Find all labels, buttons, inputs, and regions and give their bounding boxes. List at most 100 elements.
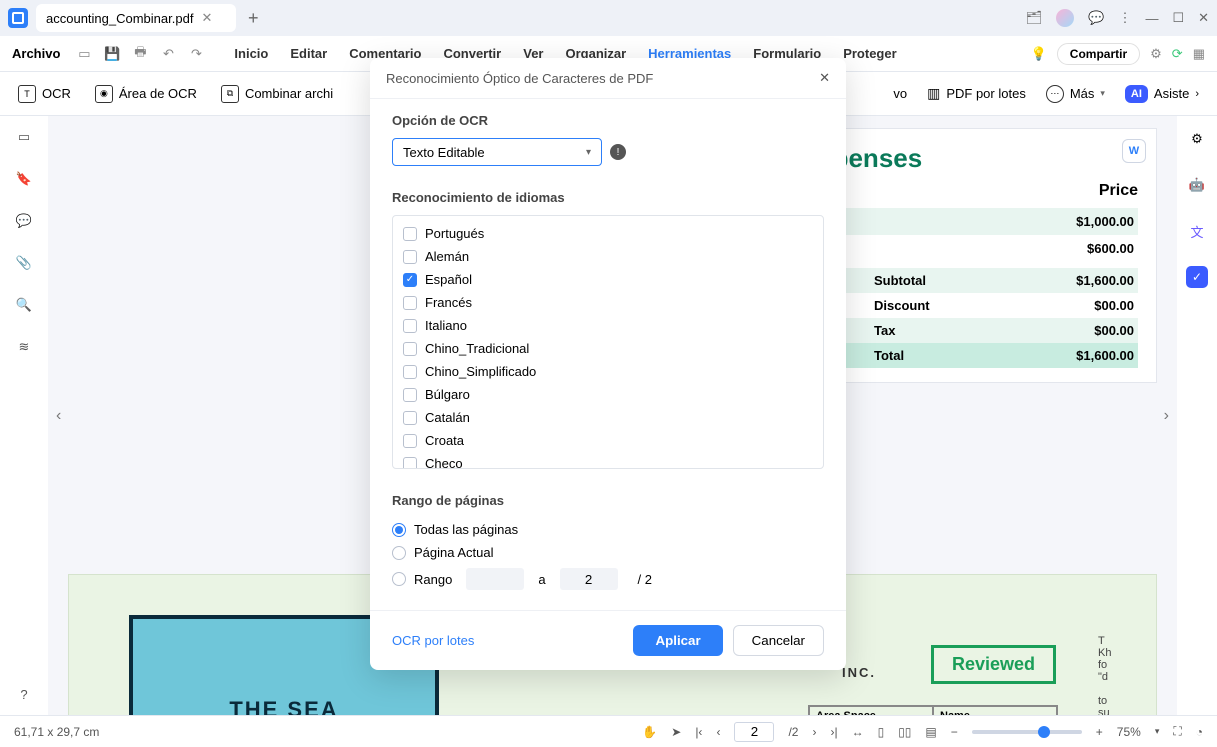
sync-icon[interactable]: ⟳ xyxy=(1172,46,1183,62)
batch-ocr-link[interactable]: OCR por lotes xyxy=(392,633,474,648)
chat-icon[interactable]: 💬 xyxy=(1088,10,1104,26)
lang-option[interactable]: Croata xyxy=(401,429,815,452)
clock-icon[interactable]: ◔ xyxy=(1196,725,1203,739)
next-page-icon[interactable]: › xyxy=(812,725,816,739)
lang-option[interactable]: Catalán xyxy=(401,406,815,429)
range-to-input[interactable] xyxy=(560,568,618,590)
menu-editar[interactable]: Editar xyxy=(280,42,337,65)
ocr-tool[interactable]: TOCR xyxy=(18,85,71,103)
right-sidebar: ⚙ 🤖 文 ✓ xyxy=(1177,116,1217,715)
radio-all-pages[interactable]: Todas las páginas xyxy=(392,518,824,541)
combine-tool[interactable]: ⧉Combinar archi xyxy=(221,85,333,103)
read-mode-icon[interactable]: ▤ xyxy=(925,725,936,739)
new-tab-button[interactable]: + xyxy=(248,8,259,29)
page-number-input[interactable] xyxy=(734,722,774,742)
save-icon[interactable]: 💾 xyxy=(100,42,124,66)
lang-option[interactable]: Búlgaro xyxy=(401,383,815,406)
side-text: T Kh fo "d to su xyxy=(1098,635,1138,715)
range-from-input[interactable] xyxy=(466,568,524,590)
dialog-body: Opción de OCR Texto Editable ▾ ! Reconoc… xyxy=(370,99,846,610)
lang-option[interactable]: Portugués xyxy=(401,222,815,245)
fullscreen-icon[interactable]: ⛶ xyxy=(1173,724,1181,739)
ai-assist-tool[interactable]: AIAsiste› xyxy=(1125,85,1199,103)
info-table: Area SpaceName 550 ft²The Sea House Tota… xyxy=(808,705,1058,715)
bulb-icon[interactable]: 💡 xyxy=(1031,46,1047,62)
lang-option[interactable]: ✓Español xyxy=(401,268,815,291)
lang-option[interactable]: Chino_Simplificado xyxy=(401,360,815,383)
share-button[interactable]: Compartir xyxy=(1057,43,1140,65)
last-page-icon[interactable]: ›| xyxy=(830,725,837,739)
apply-button[interactable]: Aplicar xyxy=(633,625,722,656)
hand-tool-icon[interactable]: ✋ xyxy=(642,725,657,739)
language-list[interactable]: PortuguésAlemán✓EspañolFrancésItalianoCh… xyxy=(392,215,824,469)
ai-chat-icon[interactable]: 🤖 xyxy=(1186,174,1208,196)
close-tab-icon[interactable]: ✕ xyxy=(201,10,212,26)
next-page-arrow[interactable]: › xyxy=(1164,407,1169,425)
translate-icon[interactable]: 文 xyxy=(1186,220,1208,242)
close-window-icon[interactable]: ✕ xyxy=(1198,10,1209,26)
dialog-title: Reconocimiento Óptico de Caracteres de P… xyxy=(386,71,653,86)
check-icon[interactable]: ✓ xyxy=(1186,266,1208,288)
bookmark-icon[interactable]: 🔖 xyxy=(15,170,33,188)
print-icon[interactable]: 🖶 xyxy=(128,42,152,66)
zoom-slider[interactable] xyxy=(972,730,1082,734)
info-icon[interactable]: ! xyxy=(610,144,626,160)
lang-option[interactable]: Francés xyxy=(401,291,815,314)
zoom-chevron-icon[interactable]: ▾ xyxy=(1155,726,1160,737)
left-sidebar: ▭ 🔖 💬 📎 🔍 ≋ ? xyxy=(0,116,48,715)
truncated-tool-label[interactable]: vo xyxy=(893,86,907,101)
two-page-icon[interactable]: ▯▯ xyxy=(898,725,911,739)
area-ocr-tool[interactable]: ◉Área de OCR xyxy=(95,85,197,103)
ocr-option-select[interactable]: Texto Editable ▾ xyxy=(392,138,602,166)
file-menu[interactable]: Archivo xyxy=(12,46,68,61)
document-tab[interactable]: accounting_Combinar.pdf ✕ xyxy=(36,4,236,32)
prev-page-icon[interactable]: ‹ xyxy=(716,725,720,739)
minimize-icon[interactable]: — xyxy=(1145,11,1158,26)
dialog-close-icon[interactable]: ✕ xyxy=(819,70,830,86)
pdf-batch-tool[interactable]: ▥PDF por lotes xyxy=(927,85,1026,102)
user-avatar-icon[interactable] xyxy=(1056,9,1074,27)
radio-icon xyxy=(392,572,406,586)
zoom-out-icon[interactable]: − xyxy=(951,725,958,739)
search-icon[interactable]: 🔍 xyxy=(15,296,33,314)
lang-option[interactable]: Italiano xyxy=(401,314,815,337)
redo-icon[interactable]: ↷ xyxy=(184,42,208,66)
notif-icon[interactable]: 🗂 xyxy=(1026,10,1043,26)
maximize-icon[interactable]: ☐ xyxy=(1172,10,1184,26)
lang-option[interactable]: Checo xyxy=(401,452,815,469)
ocr-option-value: Texto Editable xyxy=(403,145,485,160)
undo-icon[interactable]: ↶ xyxy=(156,42,180,66)
share-graph-icon[interactable]: ⚙ xyxy=(1150,46,1162,62)
checkbox-icon xyxy=(403,365,417,379)
radio-range[interactable]: Rango a / 2 xyxy=(392,564,824,594)
checkbox-icon xyxy=(403,319,417,333)
lang-option[interactable]: Chino_Tradicional xyxy=(401,337,815,360)
word-export-icon[interactable]: W xyxy=(1122,139,1146,163)
prev-page-arrow[interactable]: ‹ xyxy=(56,407,61,425)
dialog-header: Reconocimiento Óptico de Caracteres de P… xyxy=(370,58,846,99)
radio-current-page[interactable]: Página Actual xyxy=(392,541,824,564)
doc-dimensions: 61,71 x 29,7 cm xyxy=(14,725,99,739)
layers-icon[interactable]: ≋ xyxy=(15,338,33,356)
kebab-menu-icon[interactable]: ⋮ xyxy=(1118,10,1131,26)
select-tool-icon[interactable]: ➤ xyxy=(671,725,681,739)
page-total: /2 xyxy=(788,725,798,739)
zoom-in-icon[interactable]: + xyxy=(1096,725,1103,739)
attachment-icon[interactable]: 📎 xyxy=(15,254,33,272)
lang-option[interactable]: Alemán xyxy=(401,245,815,268)
checkbox-icon xyxy=(403,388,417,402)
checkbox-icon xyxy=(403,411,417,425)
cancel-button[interactable]: Cancelar xyxy=(733,625,824,656)
menu-inicio[interactable]: Inicio xyxy=(224,42,278,65)
help-icon[interactable]: ? xyxy=(15,685,33,703)
comment-icon[interactable]: 💬 xyxy=(15,212,33,230)
radio-icon xyxy=(392,523,406,537)
more-tool[interactable]: ⋯Más▾ xyxy=(1046,85,1105,103)
page-thumb-icon[interactable]: ▭ xyxy=(15,128,33,146)
single-page-icon[interactable]: ▯ xyxy=(878,725,885,739)
first-page-icon[interactable]: |‹ xyxy=(695,725,702,739)
open-icon[interactable]: ▭ xyxy=(72,42,96,66)
grid-icon[interactable]: ▦ xyxy=(1193,46,1205,62)
sliders-icon[interactable]: ⚙ xyxy=(1186,128,1208,150)
fit-width-icon[interactable]: ↔ xyxy=(852,725,864,739)
